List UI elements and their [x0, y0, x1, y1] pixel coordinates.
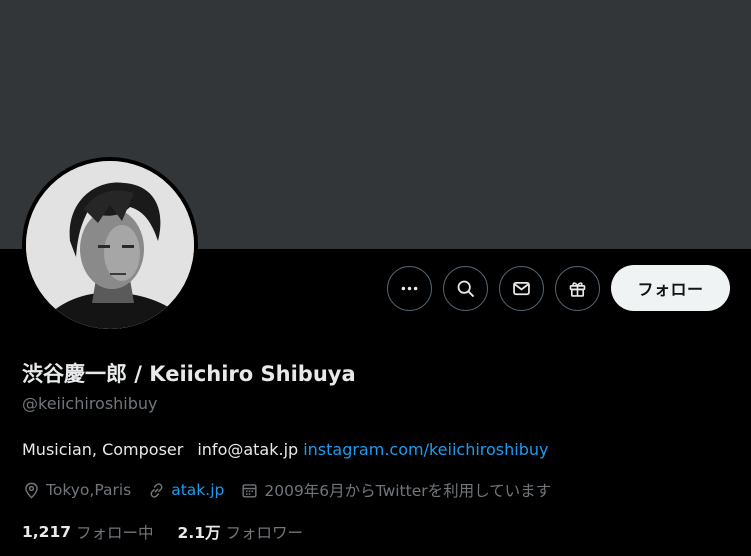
calendar-icon	[242, 483, 257, 498]
location: Tokyo,Paris	[22, 481, 131, 500]
following-label: フォロー中	[76, 524, 154, 542]
gift-button[interactable]	[555, 265, 600, 311]
location-text: Tokyo,Paris	[46, 481, 132, 499]
more-button[interactable]	[387, 265, 432, 311]
join-date: 2009年6月からTwitterを利用しています	[240, 479, 551, 501]
profile-actions: フォロー	[387, 265, 730, 311]
envelope-icon	[513, 281, 530, 295]
message-button[interactable]	[499, 265, 544, 311]
avatar-frame	[22, 157, 198, 333]
link-icon	[150, 482, 163, 498]
avatar[interactable]	[26, 161, 194, 329]
website-link[interactable]: atak.jp	[171, 481, 224, 499]
bio-instagram-link[interactable]: instagram.com/keiichiroshibuy	[303, 440, 548, 459]
followers-link[interactable]: 2.1万 フォロワー	[178, 521, 303, 543]
display-name: 渋谷慶一郎 / Keiichiro Shibuya	[22, 362, 356, 386]
website: atak.jp	[147, 481, 224, 500]
followers-count: 2.1万	[177, 524, 221, 542]
join-date-text: 2009年6月からTwitterを利用しています	[264, 482, 552, 500]
bio-text: Musician, Composer	[22, 440, 184, 459]
profile-meta: Tokyo,Paris atak.jp 2009年6月からTwitterを利用し…	[22, 479, 567, 501]
follow-stats: 1,217 フォロー中 2.1万 フォロワー	[22, 521, 327, 543]
followers-label: フォロワー	[225, 524, 304, 542]
more-icon	[401, 286, 418, 290]
following-count: 1,217	[22, 523, 72, 541]
gift-icon	[569, 281, 586, 297]
following-link[interactable]: 1,217 フォロー中	[22, 521, 154, 543]
avatar-photo	[26, 161, 194, 329]
search-button[interactable]	[443, 265, 488, 311]
location-pin-icon	[25, 482, 38, 499]
bio: Musician, Composer info@atak.jp instagram.…	[22, 440, 548, 459]
search-icon	[457, 280, 474, 297]
follow-button[interactable]: フォロー	[611, 265, 730, 311]
bio-email: info@atak.jp	[197, 440, 299, 459]
user-handle: @keiichiroshibuy	[22, 394, 158, 413]
